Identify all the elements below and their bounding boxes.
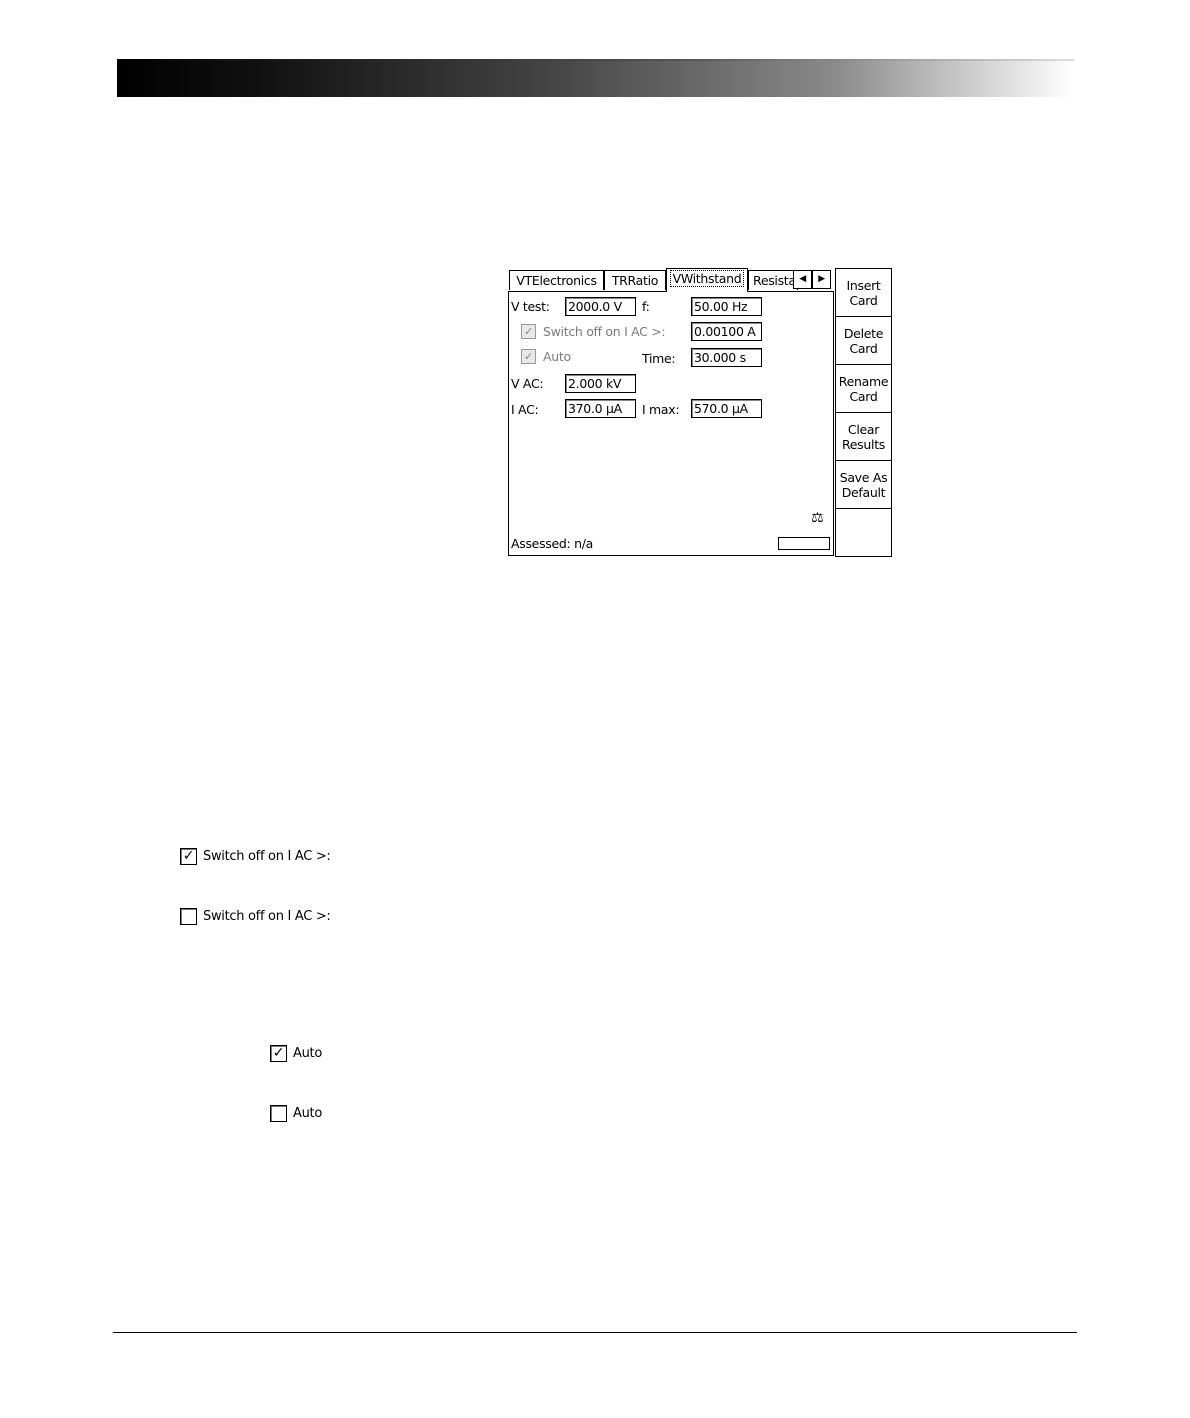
tab-scroll-arrows: ◀ ▶ xyxy=(793,270,833,290)
v-ac-label: V AC: xyxy=(511,376,544,391)
sample-auto-unchecked-label: Auto xyxy=(293,1106,322,1121)
i-max-label: I max: xyxy=(642,402,680,417)
checkbox-unchecked-icon[interactable] xyxy=(270,1105,287,1122)
i-ac-label: I AC: xyxy=(511,402,539,417)
delete-card-button[interactable]: Delete Card xyxy=(836,317,891,365)
checkbox-checked-icon[interactable]: ✓ xyxy=(180,848,197,865)
auto-checkbox[interactable]: ✓ xyxy=(521,349,536,364)
check-icon: ✓ xyxy=(524,350,533,363)
checkbox-checked-icon[interactable]: ✓ xyxy=(270,1045,287,1062)
device-screen: VTElectronics TRRatio VWithstand Resista… xyxy=(507,268,892,557)
assessment-indicator xyxy=(778,537,830,550)
tab-trratio[interactable]: TRRatio xyxy=(604,270,666,290)
time-field[interactable]: 30.000 s xyxy=(691,348,762,367)
sample-auto-checked-label: Auto xyxy=(293,1046,322,1061)
tab-resista[interactable]: Resista xyxy=(748,270,798,290)
insert-card-button[interactable]: Insert Card xyxy=(836,269,891,317)
i-ac-field: 370.0 µA xyxy=(565,399,636,418)
i-max-field: 570.0 µA xyxy=(691,399,762,418)
checkbox-unchecked-icon[interactable] xyxy=(180,908,197,925)
arrow-right-icon: ▶ xyxy=(818,274,825,284)
rename-card-button[interactable]: Rename Card xyxy=(836,365,891,413)
page-header-bar xyxy=(117,59,1074,97)
v-test-label: V test: xyxy=(511,299,550,314)
time-label: Time: xyxy=(642,351,676,366)
v-ac-field: 2.000 kV xyxy=(565,374,636,393)
sample-switch-checked: ✓ Switch off on I AC >: xyxy=(180,848,331,865)
vwithstand-card: V test: 2000.0 V f: 50.00 Hz ✓ Switch of… xyxy=(508,291,834,556)
sample-auto-checked: ✓ Auto xyxy=(270,1045,322,1062)
check-icon: ✓ xyxy=(524,325,533,338)
f-field[interactable]: 50.00 Hz xyxy=(691,297,762,316)
auto-label: Auto xyxy=(543,349,571,364)
balance-scale-icon: ⚖ xyxy=(811,510,824,526)
v-test-field[interactable]: 2000.0 V xyxy=(565,297,636,316)
page-header-rule xyxy=(117,59,1074,61)
switch-off-checkbox[interactable]: ✓ xyxy=(521,324,536,339)
sample-switch-unchecked-label: Switch off on I AC >: xyxy=(203,909,331,924)
page-footer-rule xyxy=(113,1332,1077,1333)
soft-key-panel: Insert Card Delete Card Rename Card Clear Re… xyxy=(835,268,892,557)
tab-vwithstand[interactable]: VWithstand xyxy=(666,268,748,292)
f-label: f: xyxy=(642,299,650,314)
tab-scroll-right-button[interactable]: ▶ xyxy=(812,270,831,289)
save-as-default-button[interactable]: Save As Default xyxy=(836,461,891,509)
arrow-left-icon: ◀ xyxy=(799,274,806,284)
tab-scroll-left-button[interactable]: ◀ xyxy=(793,270,812,289)
switch-off-label: Switch off on I AC >: xyxy=(543,324,666,339)
sample-switch-checked-label: Switch off on I AC >: xyxy=(203,849,331,864)
tab-vtelectronics[interactable]: VTElectronics xyxy=(509,270,604,290)
clear-results-button[interactable]: Clear Results xyxy=(836,413,891,461)
sample-auto-unchecked: Auto xyxy=(270,1105,322,1122)
sample-switch-unchecked: Switch off on I AC >: xyxy=(180,908,331,925)
switch-off-current-field[interactable]: 0.00100 A xyxy=(691,322,762,341)
assessment-status: Assessed: n/a xyxy=(511,536,593,551)
